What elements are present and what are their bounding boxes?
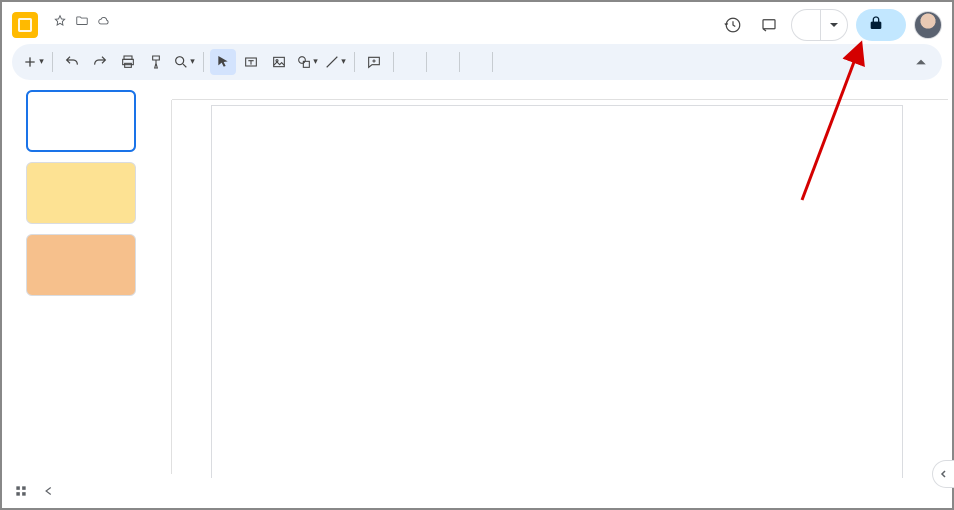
chevron-down-icon: ▾: [341, 57, 346, 67]
slide-canvas[interactable]: [212, 106, 902, 478]
explore-button[interactable]: [42, 484, 56, 502]
filmstrip[interactable]: [2, 84, 150, 478]
slideshow-button[interactable]: [792, 10, 821, 40]
thumb-number: [10, 234, 26, 236]
zoom-button[interactable]: ▾: [171, 49, 197, 75]
slideshow-button-group: [791, 9, 848, 41]
thumb-number: [10, 162, 26, 164]
slide-thumbnail-1[interactable]: [26, 90, 136, 152]
star-icon[interactable]: [52, 13, 68, 29]
menu-arrange[interactable]: [190, 29, 204, 33]
print-button[interactable]: [115, 49, 141, 75]
history-icon[interactable]: [719, 11, 747, 39]
slide-thumbnail-3[interactable]: [26, 234, 136, 296]
slideshow-dropdown[interactable]: [821, 10, 847, 40]
menu-help[interactable]: [238, 29, 252, 33]
chevron-down-icon: ▾: [39, 57, 44, 67]
redo-button[interactable]: [87, 49, 113, 75]
move-to-folder-icon[interactable]: [74, 13, 90, 29]
menu-slide[interactable]: [174, 29, 188, 33]
menu-insert[interactable]: [142, 29, 156, 33]
cloud-status-icon[interactable]: [96, 13, 112, 29]
line-tool[interactable]: ▾: [322, 49, 348, 75]
new-slide-button[interactable]: ▾: [20, 49, 46, 75]
menu-edit[interactable]: [110, 29, 124, 33]
lock-icon: [868, 15, 884, 35]
paint-format-button[interactable]: [143, 49, 169, 75]
grid-view-button[interactable]: [14, 484, 28, 502]
textbox-tool[interactable]: [238, 49, 264, 75]
ruler-vertical: [150, 100, 172, 474]
menu-view[interactable]: [126, 29, 140, 33]
present-comment-icon[interactable]: [755, 11, 783, 39]
select-tool[interactable]: [210, 49, 236, 75]
share-button[interactable]: [856, 9, 906, 41]
collapse-toolbar-button[interactable]: [908, 49, 934, 75]
slides-logo[interactable]: [12, 12, 38, 38]
shape-tool[interactable]: ▾: [294, 49, 320, 75]
side-panel-toggle[interactable]: [932, 460, 954, 488]
slide-thumbnail-2[interactable]: [26, 162, 136, 224]
menu-file[interactable]: [94, 29, 108, 33]
menu-format[interactable]: [158, 29, 172, 33]
chevron-down-icon: ▾: [190, 57, 195, 67]
thumb-number: [10, 90, 26, 92]
menu-extensions[interactable]: [222, 29, 236, 33]
chevron-down-icon: ▾: [313, 57, 318, 67]
ruler-horizontal: [172, 84, 948, 100]
comment-tool[interactable]: [361, 49, 387, 75]
menu-tools[interactable]: [206, 29, 220, 33]
toolbar: ▾ ▾ ▾ ▾: [12, 44, 942, 80]
image-tool[interactable]: [266, 49, 292, 75]
user-avatar[interactable]: [914, 11, 942, 39]
menu-bar: [46, 29, 719, 37]
undo-button[interactable]: [59, 49, 85, 75]
